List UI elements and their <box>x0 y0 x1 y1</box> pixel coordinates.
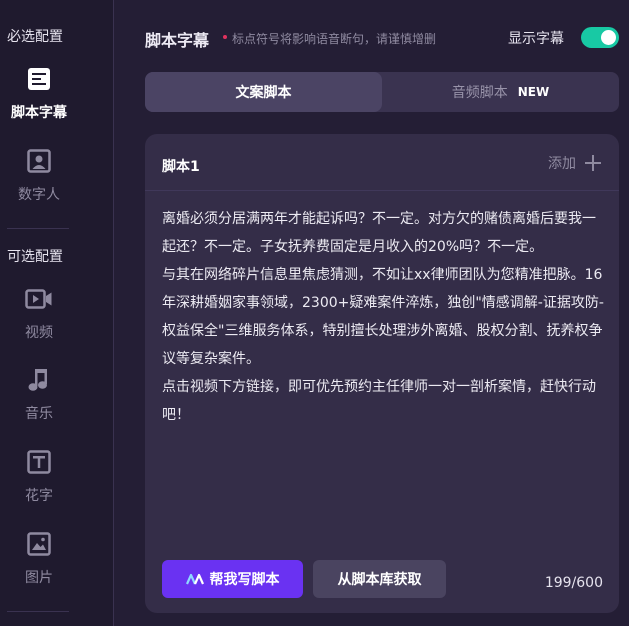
sidebar-item-label: 图片 <box>25 570 53 586</box>
tab-label: 文案脚本 <box>235 85 292 101</box>
required-section-title: 必选配置 <box>7 29 63 45</box>
show-subtitles-toggle[interactable] <box>581 27 619 48</box>
tab-label: 音频脚本 <box>451 85 508 101</box>
sidebar: 必选配置 脚本字幕 数字人 可选配置 视频 音乐 花字 图片 <box>0 0 114 626</box>
sidebar-item-music[interactable]: 音乐 <box>0 366 78 436</box>
plus-icon <box>585 155 601 171</box>
digital-human-icon <box>25 147 53 175</box>
ai-write-label: 帮我写脚本 <box>209 572 280 588</box>
punctuation-hint: 标点符号将影响语音断句，请谨慎增删 <box>232 32 437 46</box>
music-icon <box>25 366 53 394</box>
script-title: 脚本1 <box>162 159 200 175</box>
sidebar-item-text-art[interactable]: 花字 <box>0 448 78 518</box>
sidebar-divider <box>7 611 69 612</box>
hint-dot <box>223 35 227 39</box>
new-badge: NEW <box>517 85 550 99</box>
sidebar-item-label: 音乐 <box>25 406 53 422</box>
text-art-icon <box>25 448 53 476</box>
app: 必选配置 脚本字幕 数字人 可选配置 视频 音乐 花字 图片 脚本字幕 标点符号… <box>0 0 629 626</box>
sidebar-item-label: 数字人 <box>18 187 60 203</box>
card-divider <box>145 190 619 191</box>
library-label: 从脚本库获取 <box>337 572 422 588</box>
sidebar-item-script[interactable]: 脚本字幕 <box>0 65 78 135</box>
script-textarea[interactable]: 离婚必须分居满两年才能起诉吗？不一定。对方欠的赌债离婚后要我一起还？不一定。子女… <box>162 205 604 429</box>
image-icon <box>25 530 53 558</box>
sidebar-item-label: 花字 <box>25 488 53 504</box>
add-script-button[interactable]: 添加 <box>548 153 601 173</box>
script-tabs: 文案脚本 音频脚本 NEW <box>145 72 619 112</box>
sidebar-item-label: 视频 <box>25 325 53 341</box>
sidebar-item-label: 脚本字幕 <box>11 105 67 121</box>
show-subtitles-label: 显示字幕 <box>508 31 564 47</box>
ai-write-script-button[interactable]: 帮我写脚本 <box>162 560 303 598</box>
optional-section-title: 可选配置 <box>7 249 63 265</box>
script-card: 脚本1 添加 离婚必须分居满两年才能起诉吗？不一定。对方欠的赌债离婚后要我一起还… <box>145 134 619 613</box>
script-icon <box>25 65 53 93</box>
sidebar-divider <box>7 228 69 229</box>
ai-logo-icon <box>185 573 204 585</box>
tab-copy-script[interactable]: 文案脚本 <box>145 72 382 112</box>
char-counter: 199/600 <box>544 575 603 591</box>
script-library-button[interactable]: 从脚本库获取 <box>313 560 446 598</box>
tab-audio-script[interactable]: 音频脚本 NEW <box>382 72 619 112</box>
main-panel: 脚本字幕 标点符号将影响语音断句，请谨慎增删 显示字幕 文案脚本 音频脚本 NE… <box>115 0 629 626</box>
toggle-knob <box>601 30 616 45</box>
page-title: 脚本字幕 <box>145 31 210 50</box>
add-label: 添加 <box>548 156 576 172</box>
sidebar-item-digital-human[interactable]: 数字人 <box>0 147 78 217</box>
sidebar-item-video[interactable]: 视频 <box>0 285 78 355</box>
sidebar-item-image[interactable]: 图片 <box>0 530 78 600</box>
video-icon <box>25 285 53 313</box>
